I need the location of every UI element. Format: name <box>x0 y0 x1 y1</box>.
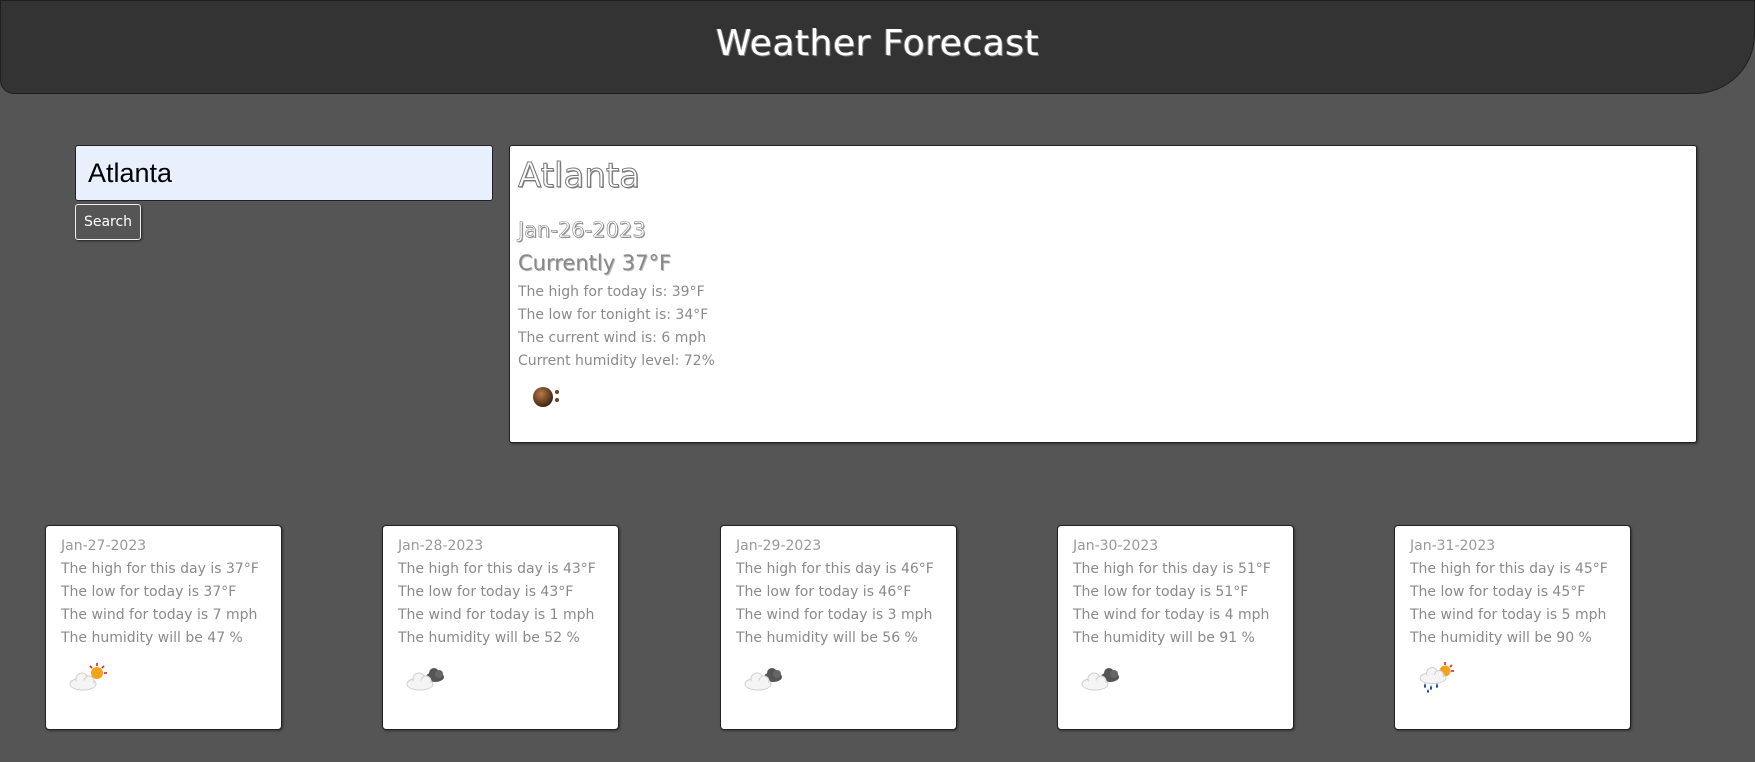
forecast-wind: The wind for today is 3 mph <box>736 607 933 623</box>
rain-sun-icon <box>1419 662 1454 693</box>
forecast-humidity: The humidity will be 47 % <box>61 630 243 646</box>
search-button[interactable]: Search <box>75 204 141 240</box>
forecast-wind: The wind for today is 4 mph <box>1073 607 1270 623</box>
forecast-card: Jan-27-2023 The high for this day is 37°… <box>45 525 282 730</box>
forecast-low: The low for today is 37°F <box>61 584 237 600</box>
forecast-wind: The wind for today is 1 mph <box>398 607 595 623</box>
haze-icon <box>533 387 559 407</box>
current-date: Jan-26-2023 <box>518 218 646 243</box>
forecast-date: Jan-31-2023 <box>1410 538 1496 554</box>
forecast-low: The low for today is 46°F <box>736 584 912 600</box>
city-search-input[interactable] <box>75 145 493 201</box>
forecast-high: The high for this day is 37°F <box>61 561 259 577</box>
cloudy-icon <box>406 668 444 691</box>
forecast-wind: The wind for today is 5 mph <box>1410 607 1607 623</box>
forecast-low: The low for today is 43°F <box>398 584 574 600</box>
forecast-card: Jan-29-2023 The high for this day is 46°… <box>720 525 957 730</box>
forecast-high: The high for this day is 46°F <box>736 561 934 577</box>
page-header: Weather Forecast <box>0 0 1755 94</box>
page-title: Weather Forecast <box>715 23 1040 64</box>
current-wind: The current wind is: 6 mph <box>518 330 707 346</box>
current-humidity: Current humidity level: 72% <box>518 353 715 369</box>
current-high: The high for today is: 39°F <box>518 284 705 300</box>
current-temperature: Currently 37°F <box>518 251 672 275</box>
forecast-card: Jan-28-2023 The high for this day is 43°… <box>382 525 619 730</box>
forecast-high: The high for this day is 51°F <box>1073 561 1271 577</box>
forecast-date: Jan-30-2023 <box>1073 538 1159 554</box>
current-low: The low for tonight is: 34°F <box>518 307 709 323</box>
forecast-low: The low for today is 51°F <box>1073 584 1249 600</box>
forecast-high: The high for this day is 43°F <box>398 561 596 577</box>
forecast-card: Jan-30-2023 The high for this day is 51°… <box>1057 525 1294 730</box>
forecast-humidity: The humidity will be 90 % <box>1410 630 1592 646</box>
forecast-humidity: The humidity will be 56 % <box>736 630 918 646</box>
partly-cloudy-icon <box>69 663 107 691</box>
forecast-date: Jan-28-2023 <box>398 538 484 554</box>
forecast-card: Jan-31-2023 The high for this day is 45°… <box>1394 525 1631 730</box>
current-city-name: Atlanta <box>518 156 641 197</box>
cloudy-icon <box>744 668 782 691</box>
forecast-wind: The wind for today is 7 mph <box>61 607 258 623</box>
forecast-date: Jan-29-2023 <box>736 538 822 554</box>
forecast-low: The low for today is 45°F <box>1410 584 1586 600</box>
forecast-humidity: The humidity will be 52 % <box>398 630 580 646</box>
forecast-humidity: The humidity will be 91 % <box>1073 630 1255 646</box>
cloudy-icon <box>1081 668 1119 691</box>
forecast-high: The high for this day is 45°F <box>1410 561 1608 577</box>
current-weather-card: Atlanta Jan-26-2023 Currently 37°F The h… <box>509 145 1697 443</box>
forecast-date: Jan-27-2023 <box>61 538 147 554</box>
